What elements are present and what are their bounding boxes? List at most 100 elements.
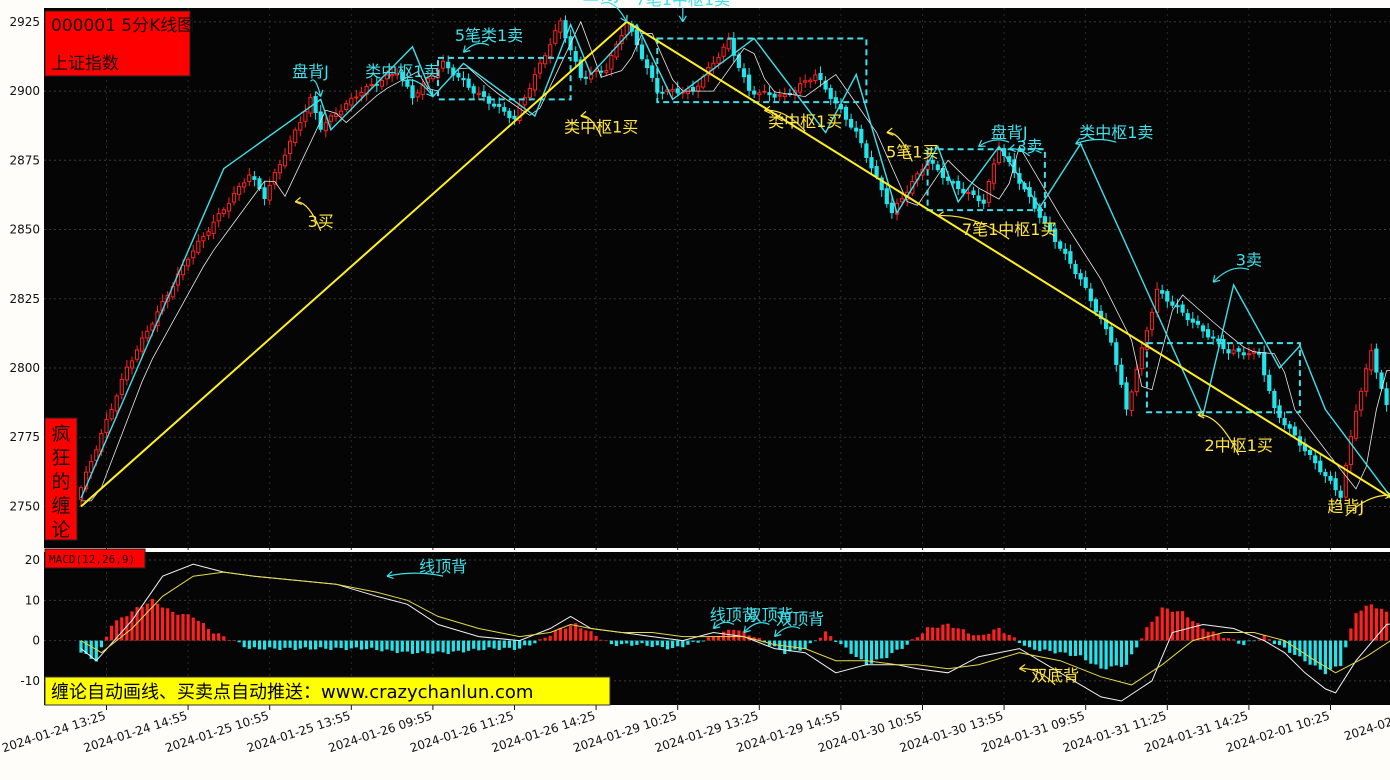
macd-bar-negative xyxy=(1028,640,1032,648)
up-candle xyxy=(201,235,206,242)
down-candle xyxy=(874,166,879,177)
macd-bar-negative xyxy=(344,640,348,651)
price-signal-label: 3卖 xyxy=(1236,251,1262,270)
macd-bar-negative xyxy=(620,640,624,645)
up-candle xyxy=(808,79,813,83)
macd-bar-negative xyxy=(354,640,358,648)
down-candle xyxy=(1185,313,1190,321)
macd-bar-negative xyxy=(303,640,307,648)
down-candle xyxy=(747,74,752,91)
up-candle xyxy=(1246,353,1252,356)
macd-bar-negative xyxy=(380,640,384,652)
macd-bar-negative xyxy=(813,640,817,642)
down-candle xyxy=(1073,264,1078,275)
up-candle xyxy=(803,80,808,83)
down-candle xyxy=(502,107,507,112)
macd-bar-negative xyxy=(492,640,496,649)
promo-box: 缠论自动画线、买卖点自动推送：www.crazychanlun.com xyxy=(44,676,611,706)
symbol-title-box: 000001 5分K线图 上证指数 xyxy=(44,10,194,77)
brand-box: 疯 狂 的 缠 论 xyxy=(44,417,78,541)
macd-bar-negative xyxy=(237,640,241,643)
macd-bar-negative xyxy=(655,640,659,646)
down-candle xyxy=(1165,291,1170,302)
macd-bar-positive xyxy=(1201,628,1205,641)
macd-bar-negative xyxy=(324,640,328,649)
price-signal-label: 5笔类1卖 xyxy=(455,26,523,45)
price-signal-label: 5笔1买 xyxy=(886,143,938,162)
macd-bar-positive xyxy=(1369,604,1373,641)
macd-bar-positive xyxy=(706,637,710,641)
up-candle xyxy=(359,92,364,97)
price-signal-label: 类中枢1卖 xyxy=(1079,123,1153,142)
up-candle xyxy=(1369,350,1374,371)
up-candle xyxy=(349,97,354,106)
up-candle xyxy=(216,213,221,222)
up-candle xyxy=(328,115,333,122)
macd-bar-positive xyxy=(104,636,109,641)
up-candle xyxy=(145,330,150,339)
up-candle xyxy=(553,30,558,44)
macd-bar-positive xyxy=(946,623,950,641)
macd-bar-negative xyxy=(497,640,501,650)
down-candle xyxy=(675,88,680,94)
macd-bar-negative xyxy=(1048,640,1052,651)
macd-bar-positive xyxy=(910,639,914,641)
macd-bar-positive xyxy=(1175,611,1180,641)
down-candle xyxy=(1068,251,1073,264)
down-candle xyxy=(461,78,466,81)
down-candle xyxy=(981,199,986,204)
macd-bar-positive xyxy=(987,633,991,641)
macd-bar-positive xyxy=(594,635,598,641)
down-candle xyxy=(1190,318,1195,323)
down-candle xyxy=(507,110,512,119)
macd-bar-positive xyxy=(217,633,221,641)
macd-bar-negative xyxy=(609,640,613,645)
up-candle xyxy=(1149,311,1155,331)
macd-bar-negative xyxy=(441,640,445,653)
macd-bar-negative xyxy=(1237,640,1241,644)
macd-bar-positive xyxy=(145,603,149,641)
macd-bar-negative xyxy=(1328,640,1333,670)
macd-bar-negative xyxy=(1252,640,1256,642)
down-candle xyxy=(752,90,757,95)
up-candle xyxy=(186,258,191,267)
macd-bar-negative xyxy=(512,640,517,650)
macd-bar-negative xyxy=(701,640,705,642)
macd-bar-negative xyxy=(869,640,874,664)
macd-bar-negative xyxy=(1104,640,1108,670)
macd-bar-negative xyxy=(1043,640,1047,650)
down-candle xyxy=(1058,241,1063,249)
price-signal-label: 盘背J xyxy=(292,62,329,81)
macd-bar-positive xyxy=(982,634,986,641)
macd-bar-negative xyxy=(456,640,460,651)
macd-bar-positive xyxy=(604,640,608,642)
macd-bar-positive xyxy=(971,635,976,641)
macd-bar-negative xyxy=(1068,640,1072,656)
down-candle xyxy=(497,103,502,107)
up-candle xyxy=(339,110,344,116)
macd-bar-negative xyxy=(431,640,435,654)
up-candle xyxy=(716,56,721,64)
macd-bar-negative xyxy=(308,640,313,650)
down-candle xyxy=(828,87,833,99)
macd-bar-positive xyxy=(563,628,568,641)
macd-bar-positive xyxy=(1002,633,1006,641)
down-candle xyxy=(1160,290,1165,294)
down-candle xyxy=(1292,426,1297,436)
up-candle xyxy=(609,54,614,70)
macd-bar-negative xyxy=(1303,640,1307,662)
up-candle xyxy=(670,89,675,92)
macd-bar-negative xyxy=(783,640,787,655)
macd-bar-negative xyxy=(400,640,404,652)
price-panel xyxy=(44,8,1390,548)
up-candle xyxy=(206,231,211,236)
down-candle xyxy=(1119,364,1124,385)
down-candle xyxy=(976,195,981,202)
price-signal-label: 盘背J xyxy=(583,0,620,4)
chart-screen: 2750 2775 2800 2825 2850 2875 2900 2925 -10 0 10 20… xyxy=(0,0,1390,775)
down-candle xyxy=(471,86,476,94)
macd-bar-negative xyxy=(650,640,654,647)
up-candle xyxy=(267,184,272,201)
down-candle xyxy=(1180,304,1185,313)
macd-bar-positive xyxy=(538,639,542,641)
